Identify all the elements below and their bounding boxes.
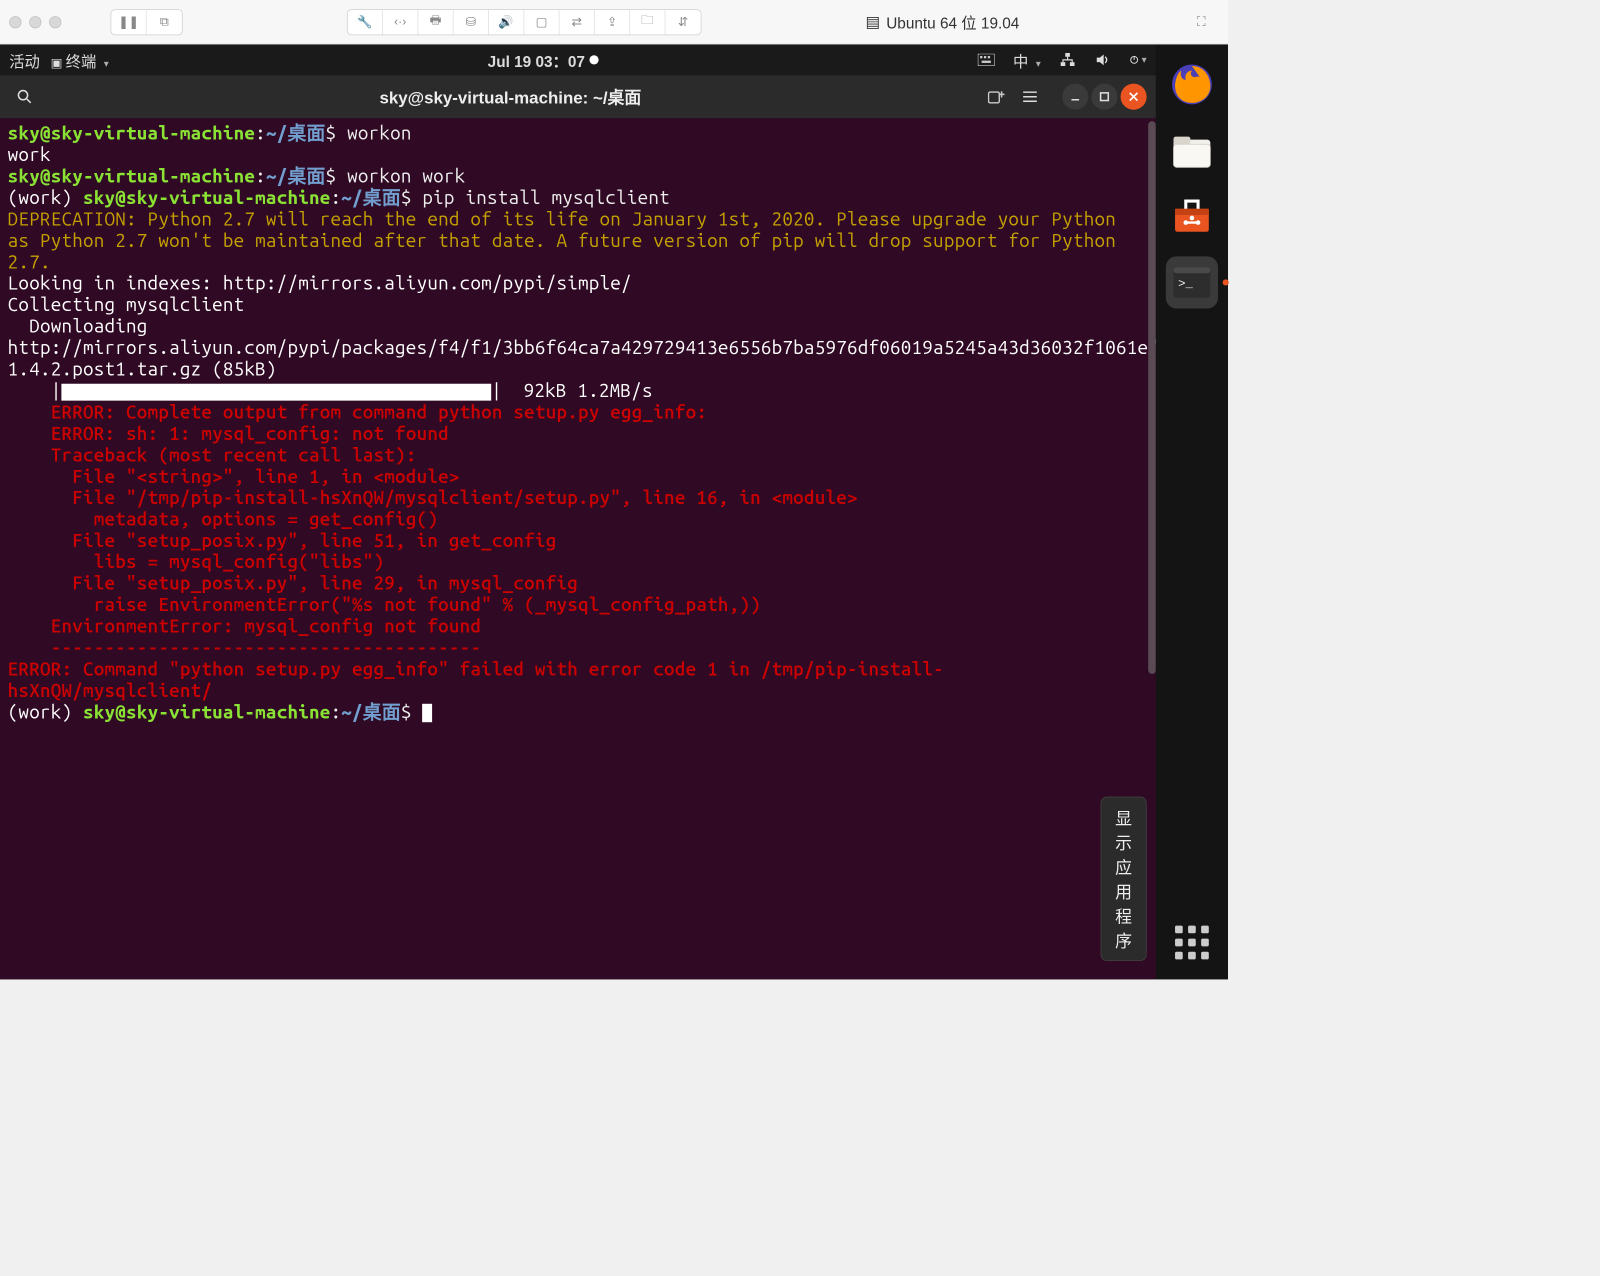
apps-grid-icon	[1166, 916, 1218, 968]
usb-icon[interactable]: ⇄	[559, 10, 594, 35]
code-icon[interactable]: ‹·›	[383, 10, 418, 35]
dock-files[interactable]	[1166, 124, 1218, 176]
pause-icon[interactable]: ❚❚	[111, 10, 146, 35]
close-button[interactable]	[1121, 84, 1147, 110]
network-icon[interactable]: ⇵	[665, 10, 700, 35]
close-dot[interactable]	[9, 16, 21, 28]
share-icon[interactable]: ⇪	[595, 10, 630, 35]
keyboard-icon[interactable]	[978, 51, 995, 68]
dock-show-apps[interactable]	[1166, 916, 1218, 968]
window-traffic-lights	[9, 16, 61, 28]
vm-device-controls: 🔧 ‹·› 🖶 ⛁ 🔊 ▢ ⇄ ⇪ 🗀 ⇵	[347, 9, 702, 35]
network-wired-icon[interactable]	[1059, 51, 1076, 68]
terminal-body[interactable]: sky@sky-virtual-machine:~/桌面$ workon wor…	[0, 118, 1156, 979]
terminal-titlebar: sky@sky-virtual-machine: ~/桌面	[0, 75, 1156, 118]
wrench-icon[interactable]: 🔧	[348, 10, 383, 35]
gnome-dock: >_ 显示应用程序	[1156, 45, 1228, 980]
vm-host-toolbar: ❚❚ ⧉ 🔧 ‹·› 🖶 ⛁ 🔊 ▢ ⇄ ⇪ 🗀 ⇵ ▤ Ubuntu 64 位…	[0, 0, 1228, 45]
vm-os-icon: ▤	[866, 12, 881, 31]
gnome-topbar: 活动 ▣ 终端 Jul 19 03：07 中	[0, 45, 1156, 76]
minimize-dot[interactable]	[29, 16, 41, 28]
maximize-button[interactable]	[1091, 84, 1117, 110]
vm-player-controls: ❚❚ ⧉	[111, 9, 183, 35]
vm-title: ▤ Ubuntu 64 位 19.04	[866, 11, 1020, 33]
printer-icon[interactable]: 🖶	[418, 10, 453, 35]
dock-tooltip: 显示应用程序	[1101, 797, 1147, 961]
app-menu[interactable]: ▣ 终端	[51, 49, 109, 71]
speaker-icon[interactable]: 🔊	[489, 10, 524, 35]
dock-software[interactable]	[1166, 190, 1218, 242]
cursor	[422, 704, 432, 722]
minimize-button[interactable]	[1062, 84, 1088, 110]
progress-bar	[61, 384, 491, 401]
volume-icon[interactable]	[1094, 51, 1111, 68]
hamburger-menu-icon[interactable]	[1015, 81, 1046, 112]
power-icon[interactable]	[1130, 51, 1147, 68]
svg-text:>_: >_	[1178, 277, 1193, 291]
ime-indicator[interactable]: 中	[1013, 49, 1041, 71]
window-title: sky@sky-virtual-machine: ~/桌面	[41, 84, 979, 109]
dock-terminal[interactable]: >_	[1166, 256, 1218, 308]
scrollbar-thumb[interactable]	[1148, 121, 1156, 674]
search-icon[interactable]	[9, 81, 40, 112]
camera-icon[interactable]: ▢	[524, 10, 559, 35]
dock-firefox[interactable]	[1166, 58, 1218, 110]
activities-button[interactable]: 活动	[9, 49, 40, 71]
snapshot-icon[interactable]: ⧉	[147, 10, 182, 35]
clock[interactable]: Jul 19 03：07	[109, 49, 978, 71]
zoom-dot[interactable]	[49, 16, 61, 28]
recording-indicator-icon	[590, 55, 599, 64]
folder-icon[interactable]: 🗀	[630, 10, 665, 35]
fullscreen-icon[interactable]: ⛶	[1183, 10, 1218, 35]
new-tab-icon[interactable]	[981, 81, 1012, 112]
disk-icon[interactable]: ⛁	[453, 10, 488, 35]
terminal-window: sky@sky-virtual-machine: ~/桌面 sk	[0, 75, 1156, 979]
